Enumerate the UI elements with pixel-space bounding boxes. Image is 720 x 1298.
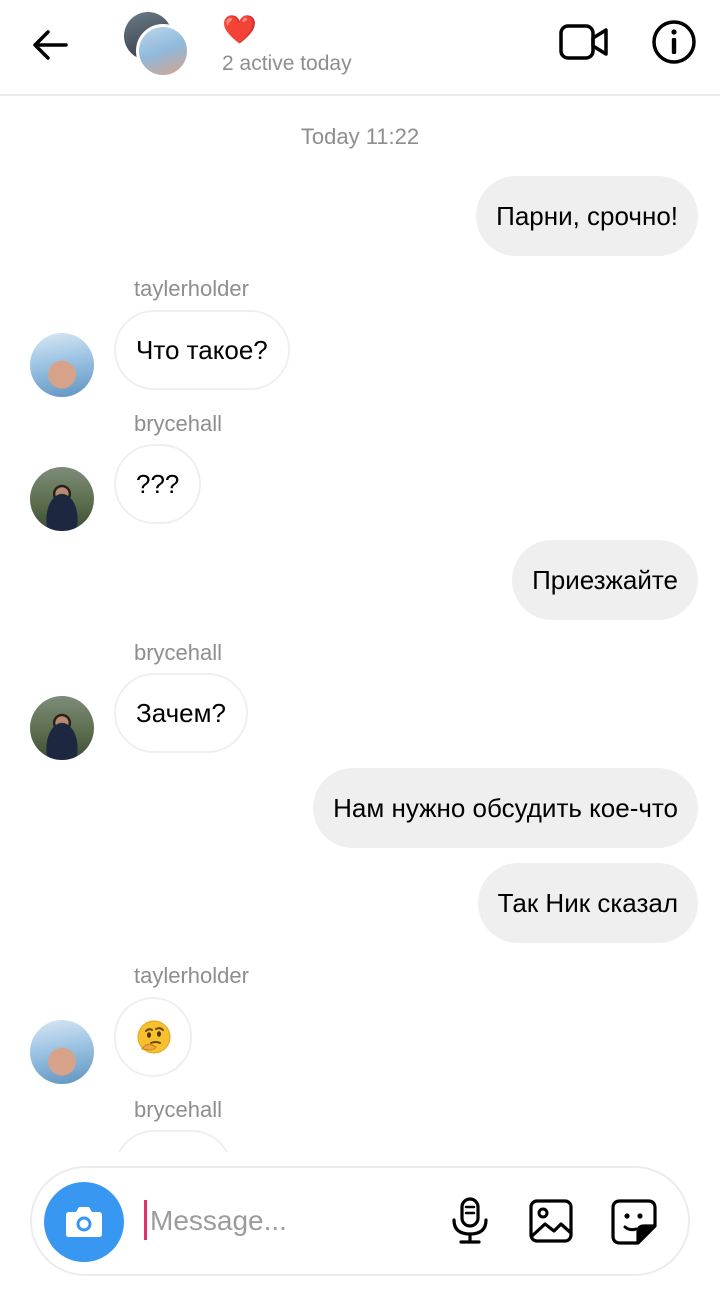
group-avatar[interactable] xyxy=(124,12,194,78)
message-bubble[interactable]: Так Ник сказал xyxy=(477,863,698,943)
arrow-left-icon xyxy=(33,30,68,60)
voice-message-button[interactable] xyxy=(448,1196,492,1246)
sender-name: brycehall xyxy=(134,1097,223,1122)
back-button[interactable] xyxy=(28,22,74,68)
message-bubble[interactable] xyxy=(114,997,192,1077)
avatar[interactable] xyxy=(30,1020,94,1084)
text-cursor xyxy=(144,1200,147,1240)
message-bubble[interactable]: ??? xyxy=(114,444,202,524)
gallery-button[interactable] xyxy=(528,1198,574,1244)
message-input[interactable] xyxy=(150,1196,430,1246)
message-bubble[interactable]: Приезжайте xyxy=(512,540,698,620)
avatar[interactable] xyxy=(30,467,94,531)
sender-name: brycehall xyxy=(134,411,223,436)
group-title[interactable]: ❤️ xyxy=(222,14,257,46)
info-icon xyxy=(652,20,696,64)
chat-header: ❤️ 2 active today xyxy=(0,0,720,96)
video-camera-icon xyxy=(559,24,608,60)
chat-timestamp: Today 11:22 xyxy=(300,124,420,149)
microphone-icon xyxy=(452,1197,488,1244)
message-bubble[interactable]: Что такое? xyxy=(114,310,290,390)
sender-name: taylerholder xyxy=(134,276,249,301)
avatar[interactable] xyxy=(30,696,94,760)
camera-icon xyxy=(66,1207,102,1237)
message-bubble[interactable]: Парни, срочно! xyxy=(476,176,698,256)
sender-name: brycehall xyxy=(134,640,223,665)
sender-name: taylerholder xyxy=(134,963,249,988)
video-call-button[interactable] xyxy=(558,20,610,64)
thinking-face-icon xyxy=(137,1020,171,1054)
active-status: 2 active today xyxy=(222,52,352,75)
sticker-button[interactable] xyxy=(610,1198,658,1246)
info-button[interactable] xyxy=(650,18,698,66)
sticker-icon xyxy=(611,1199,657,1245)
avatar[interactable] xyxy=(30,333,94,397)
message-bubble[interactable]: Зачем? xyxy=(114,673,248,753)
avatar xyxy=(136,24,190,78)
camera-button[interactable] xyxy=(44,1182,124,1262)
message-bubble[interactable]: Нам нужно обсудить кое-что xyxy=(313,768,698,848)
image-icon xyxy=(529,1199,573,1243)
